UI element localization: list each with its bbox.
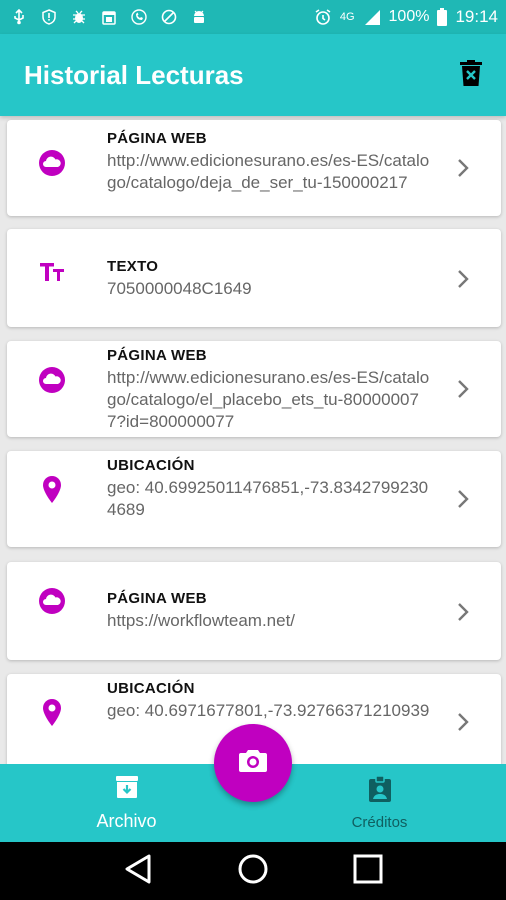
status-bar: 4G 100% 19:14 [0,0,506,34]
chevron-right-icon [453,602,473,622]
bug-icon [70,8,88,26]
system-navigation-bar [0,842,506,900]
nav-label-archivo: Archivo [96,811,157,831]
location-pin-icon [37,475,67,505]
nav-item-creditos[interactable]: Créditos [253,764,506,842]
badge-icon [367,775,393,808]
camera-icon [238,748,268,779]
history-item[interactable]: UBICACIÓN geo: 40.69925011476851,-73.834… [7,451,501,547]
history-item[interactable]: PÁGINA WEB http://www.edicionesurano.es/… [7,341,501,437]
back-icon [123,853,153,890]
chevron-right-icon [453,379,473,399]
history-item-value: geo: 40.69925011476851,-73.8342799230468… [107,478,429,519]
history-item[interactable]: PÁGINA WEB https://workflowteam.net/ [7,562,501,660]
history-item-value: https://workflowteam.net/ [107,611,296,630]
usb-icon [10,8,28,26]
phone-icon [130,8,148,26]
history-item-type: UBICACIÓN [107,457,195,474]
chevron-right-icon [453,712,473,732]
chevron-right-icon [453,158,473,178]
cloud-icon [37,586,67,616]
history-item-value: 7050000048C1649 [107,279,252,298]
cloud-icon [37,365,67,395]
history-item-type: PÁGINA WEB [107,130,207,147]
status-bar-notifications [10,8,208,26]
alarm-icon [314,8,332,26]
history-item-type: UBICACIÓN [107,680,195,697]
history-item-value: http://www.edicionesurano.es/es-ES/catal… [107,368,430,431]
home-button[interactable] [235,853,271,889]
alert-icon [40,8,58,26]
chevron-right-icon [453,489,473,509]
delete-all-icon [460,59,482,91]
page-title: Historial Lecturas [24,59,244,90]
cloud-icon [37,148,67,178]
app-bar: Historial Lecturas [0,34,506,116]
clock: 19:14 [455,7,498,26]
battery-percent: 100% [388,8,430,25]
history-item[interactable]: TEXTO 7050000048C1649 [7,229,501,327]
delete-all-button[interactable] [456,59,486,91]
back-button[interactable] [120,853,156,889]
history-list[interactable]: PÁGINA WEB http://www.edicionesurano.es/… [0,116,506,764]
history-item-value: http://www.edicionesurano.es/es-ES/catal… [107,151,430,192]
status-bar-system: 4G 100% 19:14 [314,7,498,27]
location-pin-icon [37,698,67,728]
history-item-type: PÁGINA WEB [107,590,207,607]
nav-item-archivo[interactable]: Archivo [0,764,253,842]
history-item[interactable]: PÁGINA WEB http://www.edicionesurano.es/… [7,120,501,216]
network-type-label: 4G [339,11,355,23]
history-item-type: PÁGINA WEB [107,347,207,364]
history-item-value: geo: 40.6971677801,-73.92766371210939 [107,701,430,720]
history-item-type: TEXTO [107,258,159,275]
battery-icon [437,8,448,26]
calendar-icon [100,8,118,26]
android-icon [190,8,208,26]
nav-label-creditos: Créditos [351,814,408,831]
block-icon [160,8,178,26]
recents-button[interactable] [350,853,386,889]
home-icon [237,853,269,890]
scan-camera-button[interactable] [214,724,292,802]
text-format-icon [37,257,67,287]
chevron-right-icon [453,269,473,289]
archive-icon [114,774,140,805]
recents-icon [353,854,383,889]
signal-icon [363,8,381,26]
